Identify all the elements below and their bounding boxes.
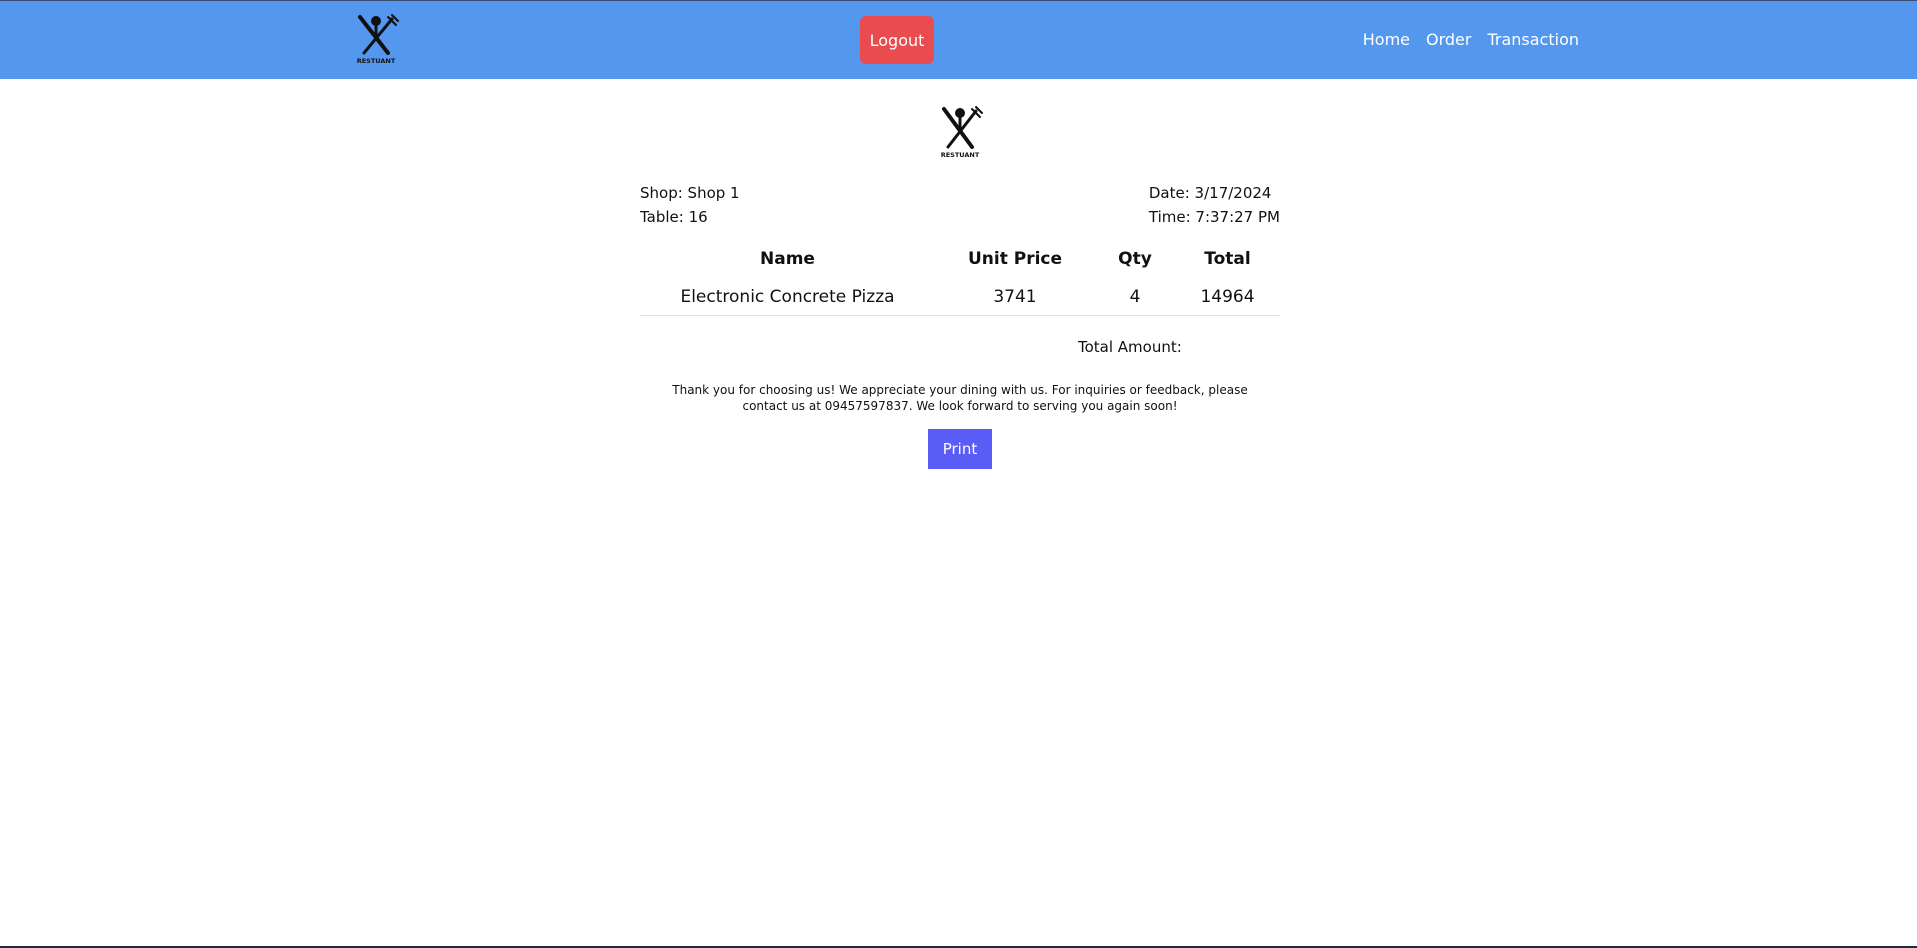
nav-link-transaction[interactable]: Transaction: [1487, 30, 1579, 49]
nav-link-home[interactable]: Home: [1363, 30, 1410, 49]
thank-you-message: Thank you for choosing us! We appreciate…: [672, 383, 1248, 413]
shop-label: Shop: Shop 1: [640, 184, 740, 202]
column-header-total: Total: [1204, 249, 1251, 269]
date-label: Date: 3/17/2024: [1148, 184, 1272, 202]
logout-button[interactable]: Logout: [860, 16, 934, 64]
table-label: Table: 16: [640, 208, 708, 226]
table-row: Electronic Concrete Pizza 3741 4 14964: [640, 279, 1280, 316]
meta-right: Date: 3/17/2024 Time: 7:37:27 PM: [1149, 181, 1280, 229]
print-button[interactable]: Print: [928, 429, 992, 469]
items-table: Name Unit Price Qty Total Electronic Con…: [640, 245, 1280, 316]
nav-links: Home Order Transaction: [1363, 30, 1579, 49]
column-header-name: Name: [760, 249, 815, 269]
receipt-meta: Shop: Shop 1 Table: 16 Date: 3/17/2024 T…: [640, 181, 1280, 233]
column-header-unit-price: Unit Price: [967, 249, 1063, 269]
item-qty: 4: [1095, 279, 1175, 316]
restaurant-logo-icon[interactable]: RESTUANT: [352, 13, 400, 69]
total-amount-label: Total Amount:: [1078, 338, 1182, 356]
item-name: Electronic Concrete Pizza: [640, 279, 935, 316]
receipt-page: RESTUANT Logout Home Order Transaction R…: [0, 0, 1917, 948]
item-total: 14964: [1175, 279, 1280, 316]
item-unit-price: 3741: [935, 279, 1095, 316]
time-label: Time: 7:37:27 PM: [1148, 208, 1280, 226]
navbar: RESTUANT Logout Home Order Transaction: [0, 1, 1917, 79]
restaurant-logo-icon: RESTUANT: [941, 106, 983, 159]
nav-link-order[interactable]: Order: [1426, 30, 1471, 49]
table-header-row: Name Unit Price Qty Total: [640, 245, 1280, 279]
meta-left: Shop: Shop 1 Table: 16: [640, 181, 740, 229]
receipt: RESTUANT Shop: Shop 1 Table: 16 Date: 3/…: [640, 105, 1280, 469]
column-header-qty: Qty: [1118, 249, 1152, 269]
logo-text: RESTUANT: [357, 57, 396, 65]
receipt-logo-text: RESTUANT: [941, 151, 980, 159]
